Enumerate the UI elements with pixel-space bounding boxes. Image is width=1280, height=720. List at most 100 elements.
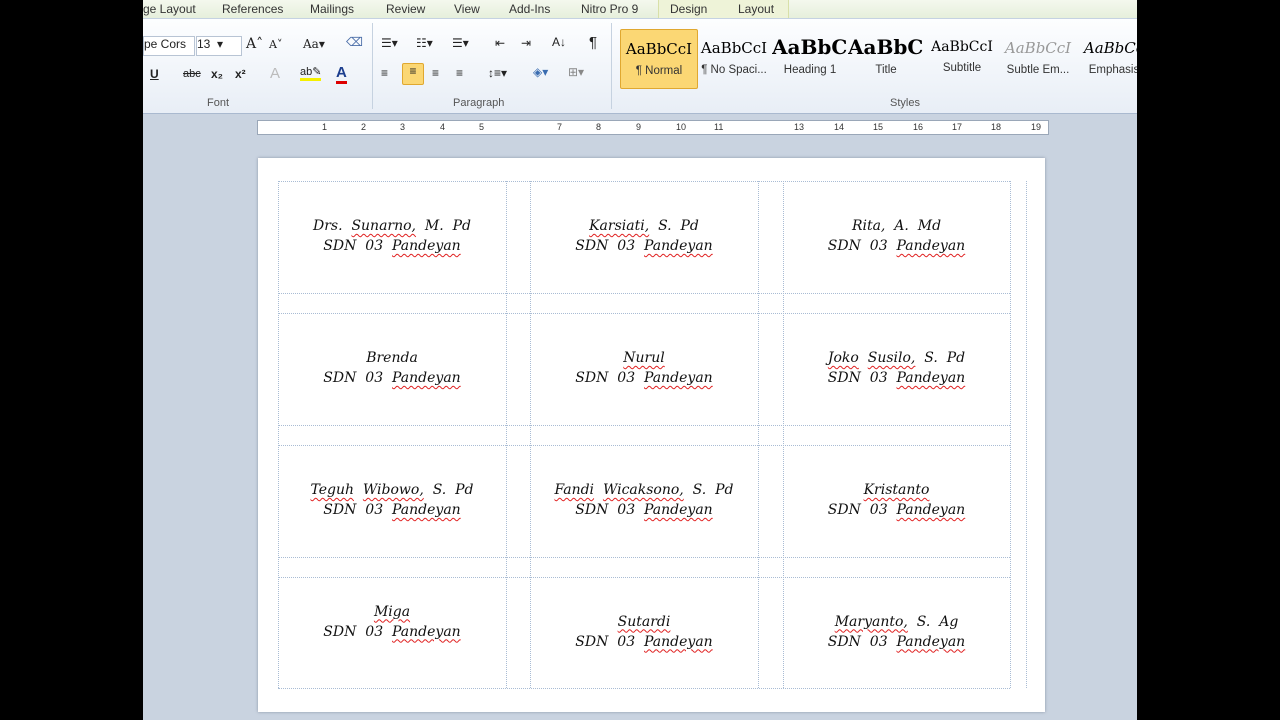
label-cell[interactable]: Joko Susilo, S. Pd SDN 03 Pandeyan [783, 348, 1010, 388]
align-center-icon[interactable]: ≡ [402, 63, 424, 85]
style-emphasis[interactable]: AaBbCc Emphasis [1076, 29, 1137, 87]
ribbon-tabs: ge Layout References Mailings Review Vie… [143, 0, 1137, 18]
label-name: Brenda [366, 350, 418, 366]
text-effects-icon[interactable]: A [270, 65, 280, 82]
style-name: Title [875, 64, 897, 76]
table-gridline [1010, 181, 1011, 688]
label-school: SDN 03 Pandeyan [323, 623, 461, 640]
label-cell[interactable]: Karsiati, S. Pd SDN 03 Pandeyan [530, 216, 758, 256]
ruler-number: 5 [479, 122, 485, 132]
style-heading-1[interactable]: AaBbC(Heading 1 [772, 29, 848, 87]
paragraph-group-label: Paragraph [453, 97, 505, 109]
word-window: ge Layout References Mailings Review Vie… [143, 0, 1137, 720]
label-cell[interactable]: Fandi Wicaksono, S. Pd SDN 03 Pandeyan [530, 480, 758, 520]
ruler-number: 10 [676, 122, 687, 132]
style-subtle-em[interactable]: AaBbCcI Subtle Em... [1000, 29, 1076, 87]
tab-view[interactable]: View [454, 2, 480, 16]
label-name: Maryanto, S. Ag [834, 613, 959, 630]
decrease-indent-icon[interactable]: ⇤ [495, 36, 505, 50]
horizontal-ruler[interactable]: 1 2 3 4 5 7 8 9 10 11 13 14 15 16 17 18 19 [257, 120, 1049, 135]
tab-design[interactable]: Design [670, 2, 707, 16]
style-preview: AaBbC( [848, 35, 924, 59]
ruler-number: 3 [400, 122, 406, 132]
sort-icon[interactable]: A↓ [552, 35, 566, 49]
superscript-icon[interactable]: x² [235, 67, 246, 81]
ruler-number: 11 [714, 122, 724, 132]
table-gridline [278, 557, 1010, 558]
document-page[interactable]: Drs. Sunarno, M. Pd SDN 03 Pandeyan Karsia… [258, 158, 1045, 712]
table-gridline [506, 181, 507, 688]
label-school: SDN 03 Pandeyan [575, 370, 713, 386]
tab-page-layout[interactable]: ge Layout [143, 2, 196, 16]
label-cell[interactable]: Rita, A. Md SDN 03 Pandeyan [783, 216, 1010, 256]
show-marks-icon[interactable]: ¶ [589, 34, 597, 51]
label-name: Drs. Sunarno, M. Pd [312, 218, 472, 234]
clear-format-icon[interactable]: ⌫ [346, 35, 363, 49]
label-cell[interactable]: Maryanto, S. Ag SDN 03 Pandeyan [783, 612, 1010, 652]
label-cell[interactable]: Kristanto SDN 03 Pandeyan [783, 480, 1010, 520]
justify-icon[interactable]: ≡ [456, 66, 463, 80]
tab-layout[interactable]: Layout [738, 2, 774, 16]
highlight-icon[interactable]: ab✎ [300, 65, 322, 81]
underline-icon[interactable]: U [150, 67, 159, 81]
ruler-number: 16 [913, 122, 924, 132]
tab-review[interactable]: Review [386, 2, 425, 16]
label-name: Rita, A. Md [851, 218, 942, 234]
ruler-number: 13 [794, 122, 805, 132]
ribbon: pe Cors ▾ 13 ▾ A˄ A˅ Aa▾ ⌫ U abc x₂ x² A… [143, 18, 1137, 114]
ruler-number: 1 [322, 122, 328, 132]
align-right-icon[interactable]: ≡ [432, 66, 439, 80]
borders-icon[interactable]: ⊞▾ [568, 65, 584, 79]
font-name-box[interactable]: pe Cors ▾ [143, 36, 195, 56]
style-title[interactable]: AaBbC( Title [848, 29, 924, 87]
style-name: ¶ No Spaci... [701, 64, 767, 76]
style-name: Subtle Em... [1006, 64, 1070, 76]
numbering-icon[interactable]: ☷▾ [416, 36, 433, 50]
tab-nitro[interactable]: Nitro Pro 9 [581, 2, 638, 16]
increase-indent-icon[interactable]: ⇥ [521, 36, 531, 50]
font-size-box[interactable]: 13 ▾ [196, 36, 242, 56]
label-name: Fandi Wicaksono, S. Pd [554, 482, 734, 498]
table-gridline [278, 445, 1010, 446]
shading-icon[interactable]: ◈▾ [533, 65, 548, 79]
label-cell[interactable]: Drs. Sunarno, M. Pd SDN 03 Pandeyan [278, 216, 506, 256]
ruler-number: 4 [440, 122, 446, 132]
ruler-number: 7 [557, 122, 563, 132]
bullets-icon[interactable]: ☰▾ [381, 36, 398, 50]
style-normal[interactable]: AaBbCcI ¶ Normal [620, 29, 698, 89]
label-school: SDN 03 Pandeyan [575, 633, 713, 650]
subscript-icon[interactable]: x₂ [211, 67, 223, 81]
shrink-font-icon[interactable]: A˅ [269, 38, 282, 51]
align-left-icon[interactable]: ≡ [381, 66, 388, 80]
style-preview: AaBbCc [1083, 39, 1137, 57]
divider [611, 23, 612, 109]
change-case-icon[interactable]: Aa▾ [303, 37, 325, 51]
tab-mailings[interactable]: Mailings [310, 2, 354, 16]
font-color-icon[interactable]: A [336, 64, 347, 84]
ruler-number: 17 [952, 122, 963, 132]
label-name: Karsiati, S. Pd [589, 218, 699, 234]
tab-add-ins[interactable]: Add-Ins [509, 2, 550, 16]
label-cell[interactable]: Sutardi SDN 03 Pandeyan [530, 612, 758, 652]
table-gridline [758, 181, 759, 688]
label-school: SDN 03 Pandeyan [827, 370, 966, 386]
label-school: SDN 03 Pandeyan [575, 238, 713, 254]
style-no-spaci[interactable]: AaBbCcI ¶ No Spaci... [696, 29, 772, 87]
style-preview: AaBbCcI [625, 40, 693, 58]
label-cell[interactable]: Teguh Wibowo, S. Pd SDN 03 Pandeyan [278, 480, 506, 520]
label-cell[interactable]: Brenda SDN 03 Pandeyan [278, 348, 506, 388]
style-subtitle[interactable]: AaBbCcI Subtitle [924, 29, 1000, 87]
label-cell[interactable]: Nurul SDN 03 Pandeyan [530, 348, 758, 388]
table-gridline [278, 181, 1010, 182]
strikethrough-icon[interactable]: abc [183, 68, 201, 80]
tab-references[interactable]: References [222, 2, 283, 16]
multilevel-list-icon[interactable]: ☰▾ [452, 36, 469, 50]
label-cell[interactable]: Miga SDN 03 Pandeyan [278, 602, 506, 642]
style-preview: AaBbCcI [700, 39, 768, 57]
label-school: SDN 03 Pandeyan [827, 502, 966, 518]
font-name-value: pe Cors [144, 37, 187, 51]
grow-font-icon[interactable]: A˄ [246, 36, 263, 52]
table-gridline [278, 577, 1010, 578]
label-school: SDN 03 Pandeyan [575, 502, 713, 518]
line-spacing-icon[interactable]: ↕≡▾ [488, 66, 507, 80]
